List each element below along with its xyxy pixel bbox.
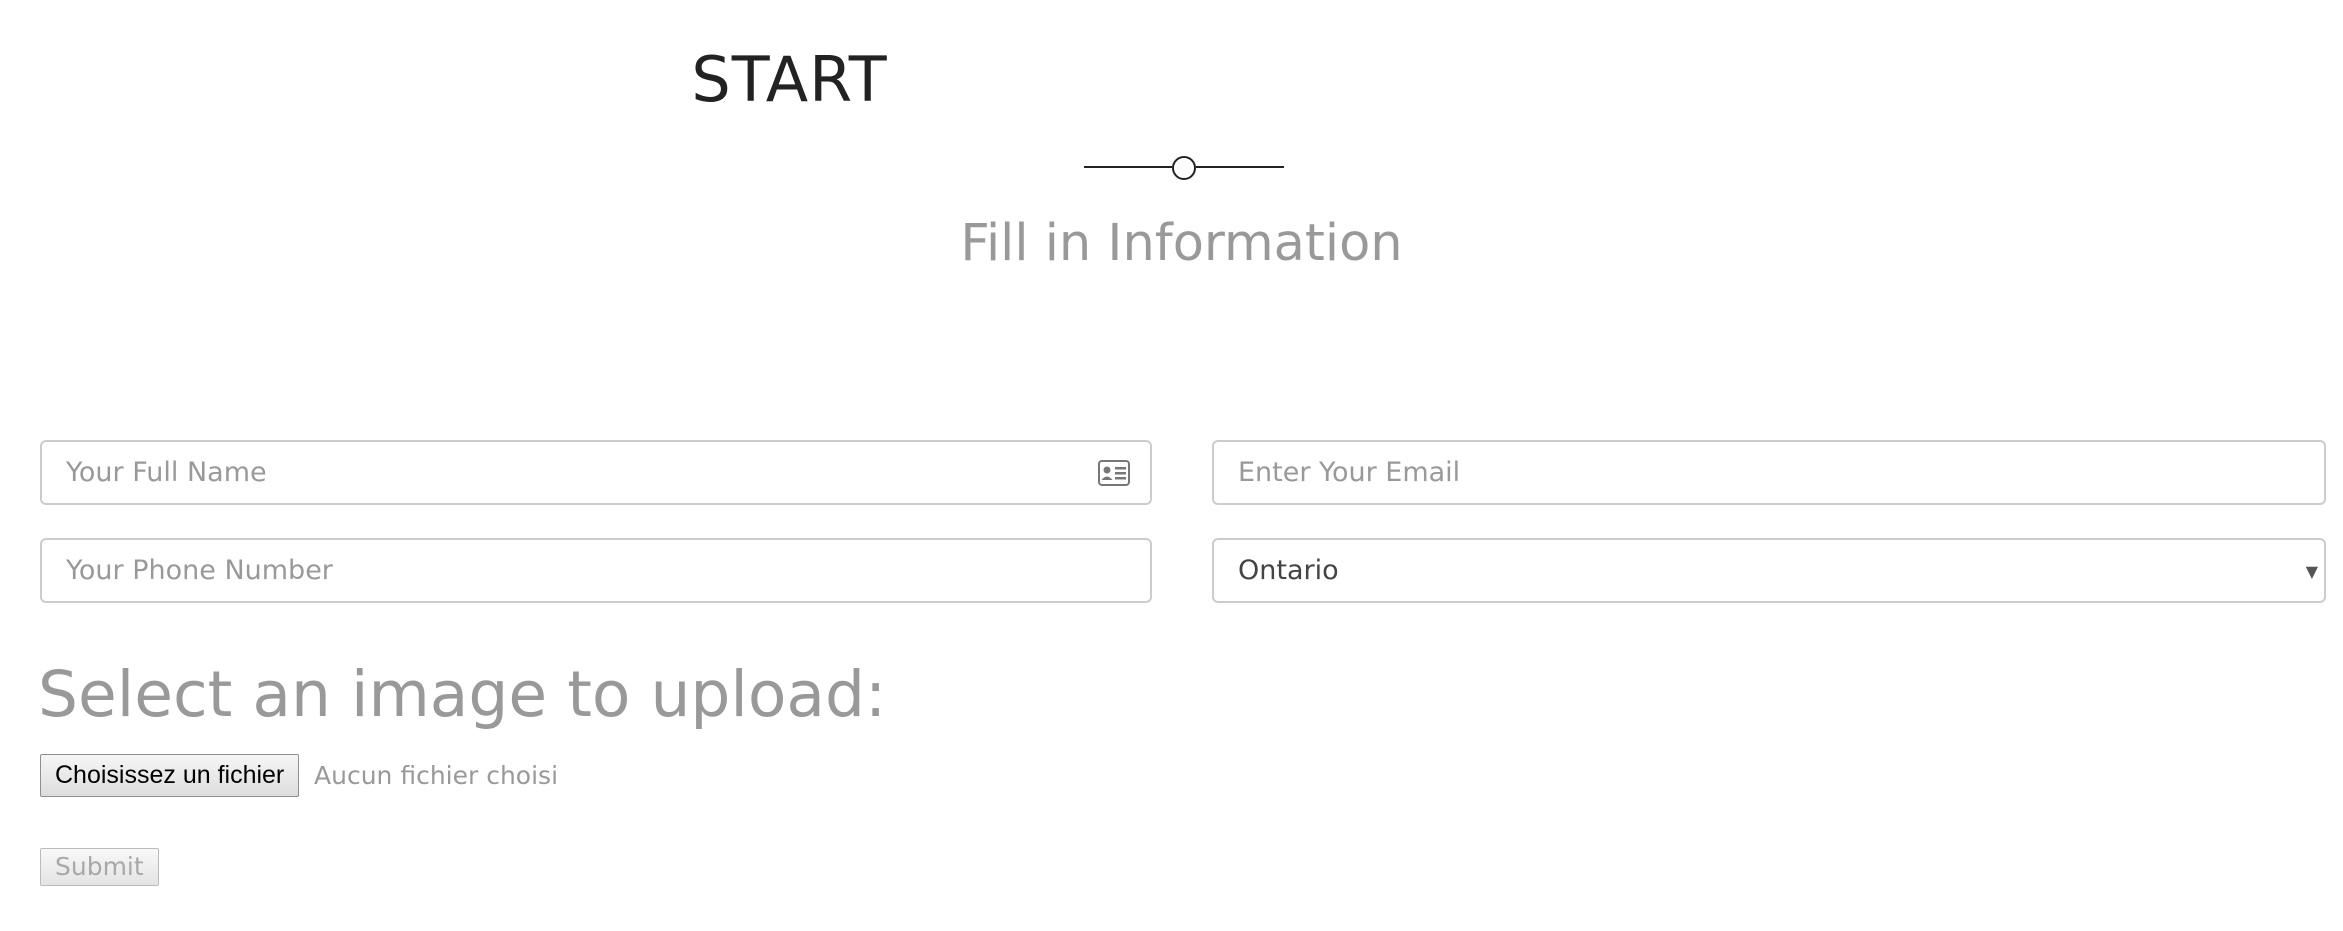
- full-name-field[interactable]: [40, 440, 1152, 505]
- region-select-value: Ontario: [1238, 555, 1339, 586]
- divider-line-right: [1196, 166, 1284, 168]
- id-card-icon: [1098, 460, 1130, 486]
- email-input[interactable]: [1214, 442, 2324, 503]
- phone-input[interactable]: [42, 540, 1150, 601]
- page-title: START: [691, 43, 888, 116]
- email-field[interactable]: [1212, 440, 2326, 505]
- page-subtitle: Fill in Information: [960, 214, 1403, 273]
- choose-file-button[interactable]: Choisissez un fichier: [40, 754, 300, 797]
- divider-circle-icon: [1172, 156, 1196, 180]
- upload-heading: Select an image to upload:: [38, 658, 887, 731]
- submit-button[interactable]: Submit: [40, 848, 159, 886]
- region-select[interactable]: Ontario ▼: [1212, 538, 2326, 603]
- title-divider: [1084, 155, 1284, 180]
- phone-field[interactable]: [40, 538, 1152, 603]
- chevron-down-icon: ▼: [2305, 562, 2318, 581]
- file-status-text: Aucun fichier choisi: [314, 761, 559, 790]
- full-name-input[interactable]: [42, 442, 1150, 503]
- divider-line-left: [1084, 166, 1172, 168]
